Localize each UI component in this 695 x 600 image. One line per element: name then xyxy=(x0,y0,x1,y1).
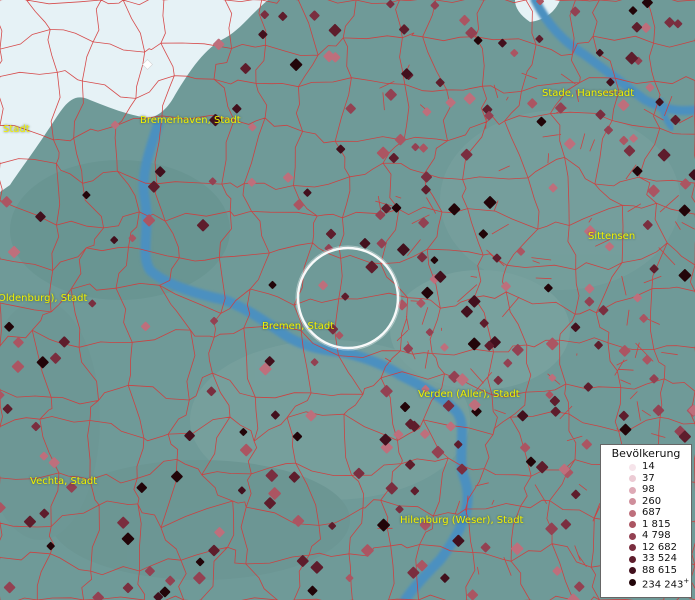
population-legend: Bevölkerung 14 37 98 260 687 1 815 4 798 12 682… xyxy=(600,444,692,598)
legend-label: 33 524 xyxy=(642,553,677,564)
legend-plus: + xyxy=(683,577,690,585)
legend-entry: 33 524 xyxy=(601,553,691,565)
legend-title: Bevölkerung xyxy=(611,447,681,460)
place-label-verden[interactable]: Verden (Aller), Stadt xyxy=(418,389,520,400)
legend-swatch xyxy=(629,532,636,540)
legend-label: 12 682 xyxy=(642,541,677,553)
legend-entry: 14 xyxy=(601,461,691,473)
place-label-vechta[interactable]: Vechta, Stadt xyxy=(30,476,97,487)
place-label-bremen[interactable]: Bremen, Stadt xyxy=(262,321,334,332)
legend-swatch xyxy=(629,555,636,563)
legend-entry: 98 xyxy=(601,484,691,496)
place-label-oldenburg[interactable]: Oldenburg), Stadt xyxy=(0,293,87,304)
legend-swatch xyxy=(629,544,636,551)
legend-label: 88 615 xyxy=(642,564,677,576)
legend-label: 98 xyxy=(642,484,655,495)
place-label-stade[interactable]: Stade, Hansestadt xyxy=(542,88,634,99)
legend-entry: 12 682 xyxy=(601,542,691,554)
legend-swatch xyxy=(629,475,636,482)
place-label-bremerhaven[interactable]: Bremerhaven, Stadt xyxy=(140,115,241,126)
legend-entry: 260 xyxy=(601,496,691,508)
legend-entry: 4 798 xyxy=(601,530,691,542)
legend-swatch xyxy=(629,521,636,528)
place-label-sittensen[interactable]: Sittensen xyxy=(588,231,635,242)
legend-entry: 1 815 xyxy=(601,519,691,531)
place-label-stadt-edge[interactable]: Stadt xyxy=(3,124,30,135)
legend-entry: 687 xyxy=(601,507,691,519)
legend-swatch xyxy=(629,486,636,494)
legend-entries: 14 37 98 260 687 1 815 4 798 12 682 33 524 88 615… xyxy=(601,461,691,591)
legend-label: 37 xyxy=(642,472,655,484)
place-label-nienburg[interactable]: Hilenburg (Weser), Stadt xyxy=(400,515,523,526)
legend-swatch xyxy=(629,463,636,471)
legend-label: 234 243 xyxy=(642,579,684,591)
legend-label: 687 xyxy=(642,507,662,518)
legend-label: 1 815 xyxy=(642,518,671,530)
legend-swatch xyxy=(629,567,636,574)
legend-swatch xyxy=(629,578,636,586)
legend-entry: 37 xyxy=(601,473,691,485)
legend-label: 260 xyxy=(642,495,662,507)
legend-swatch xyxy=(629,498,636,505)
legend-entry: 88 615 xyxy=(601,565,691,577)
legend-entry: 234 243+ xyxy=(601,576,691,591)
legend-swatch xyxy=(629,509,636,517)
legend-label: 14 xyxy=(642,461,655,472)
legend-label: 4 798 xyxy=(642,530,671,541)
map-view[interactable]: Stade, Hansestadt Bremerhaven, Stadt Sta… xyxy=(0,0,695,600)
